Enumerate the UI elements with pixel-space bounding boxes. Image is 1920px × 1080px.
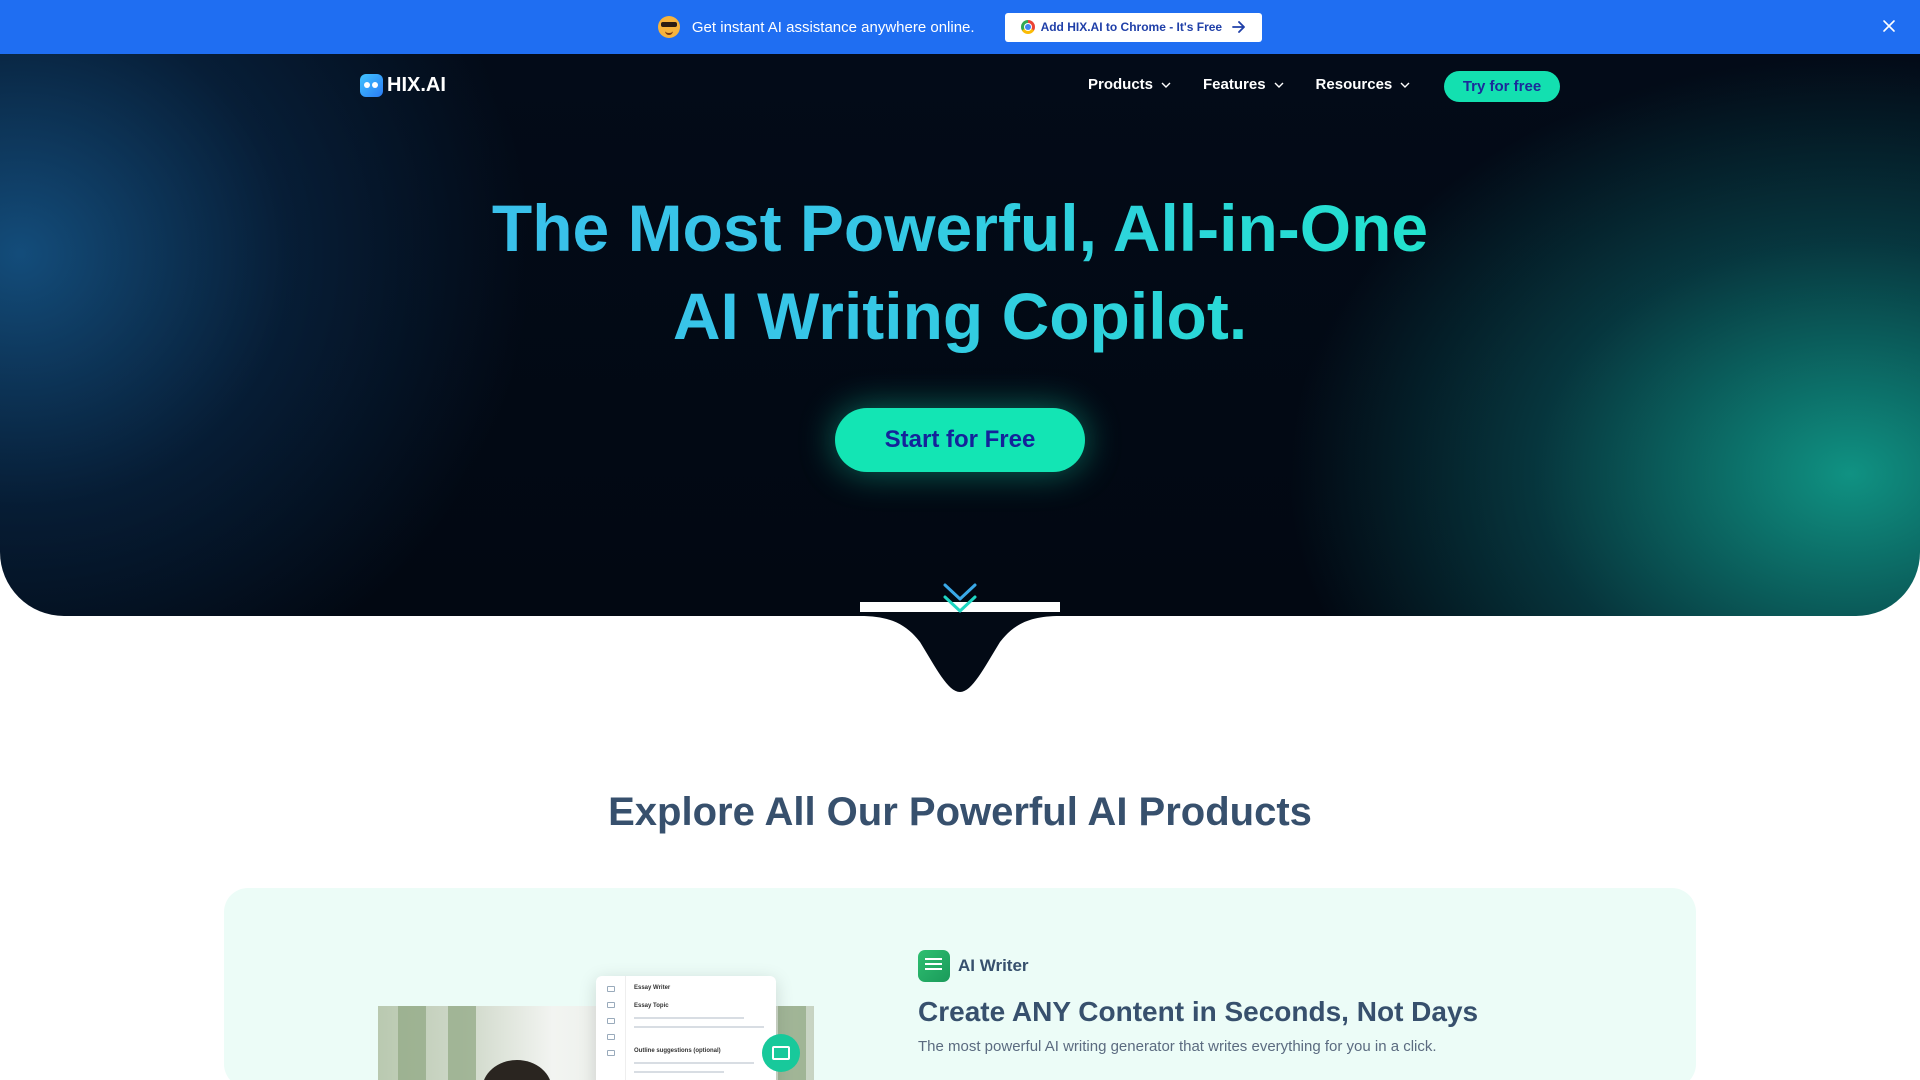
ai-writer-tag: AI Writer [918, 950, 1478, 982]
add-to-chrome-label: Add HIX.AI to Chrome - It's Free [1040, 20, 1223, 34]
add-to-chrome-button[interactable]: Add HIX.AI to Chrome - It's Free [1004, 12, 1263, 42]
hero-title-line1: The Most Powerful, All-in-One [491, 191, 1429, 265]
ai-writer-card-description: The most powerful AI writing generator t… [918, 1038, 1437, 1055]
mockup-field1-label: Essay Topic [634, 1003, 669, 1009]
ai-writer-card-title: Create ANY Content in Seconds, Not Days [918, 996, 1479, 1027]
try-for-free-button[interactable]: Try for free [1444, 71, 1560, 102]
arrow-right-icon [1232, 21, 1246, 33]
promo-content: Get instant AI assistance anywhere onlin… [657, 12, 1263, 42]
mockup-input-line [634, 1017, 744, 1019]
hero-section: HIX.AI Products Features Resources Try f… [0, 54, 1920, 682]
mockup-input-line [634, 1071, 724, 1073]
mockup-nav-icon [606, 1034, 615, 1040]
chevron-down-icon [1400, 82, 1410, 88]
nav-products[interactable]: Products [1088, 76, 1171, 93]
mockup-input-line [634, 1062, 754, 1064]
sunglasses-face-icon [657, 16, 680, 38]
photo-plant [398, 1006, 426, 1080]
chevron-down-icon [1161, 82, 1171, 88]
nav-links: Products Features Resources [1088, 76, 1442, 93]
logo-text: HIX.AI [387, 74, 446, 96]
nav-resources-label: Resources [1315, 76, 1393, 93]
hero-title: The Most Powerful, All-in-One AI Writing… [0, 184, 1920, 360]
ai-writer-card-body: AI Writer Create ANY Content in Seconds,… [918, 950, 1478, 1055]
products-section-title: Explore All Our Powerful AI Products [608, 790, 1312, 834]
hero-notch [860, 612, 1060, 692]
nav-features[interactable]: Features [1203, 76, 1284, 93]
mockup-title: Essay Writer [634, 985, 671, 991]
essay-writer-mockup: Essay Writer Essay Topic Outline suggest… [596, 976, 776, 1080]
mockup-nav-icon [606, 1018, 615, 1024]
promo-text: Get instant AI assistance anywhere onlin… [691, 18, 975, 36]
promo-banner: Get instant AI assistance anywhere onlin… [0, 0, 1920, 54]
mockup-nav-icon [606, 1002, 615, 1008]
mockup-field2-label: Outline suggestions (optional) [634, 1048, 721, 1054]
close-icon[interactable] [1880, 17, 1898, 35]
ai-writer-icon [918, 950, 950, 982]
mockup-sidebar [596, 976, 626, 1080]
mockup-input-line [634, 1026, 764, 1028]
hero-title-line2: AI Writing Copilot. [672, 279, 1248, 353]
top-navigation: HIX.AI Products Features Resources Try f… [0, 54, 1920, 118]
nav-resources[interactable]: Resources [1316, 76, 1411, 93]
double-chevron-down-icon[interactable] [942, 582, 978, 616]
nav-products-label: Products [1088, 76, 1154, 93]
ai-writer-card[interactable]: Essay Writer Essay Topic Outline suggest… [224, 888, 1696, 1080]
ai-badge-icon [762, 1034, 800, 1072]
chrome-icon [1020, 20, 1035, 34]
hix-logo[interactable]: HIX.AI [360, 74, 446, 97]
hix-logo-icon [360, 74, 383, 97]
nav-features-label: Features [1203, 76, 1266, 93]
mockup-nav-icon [606, 1050, 615, 1056]
mockup-nav-icon [606, 986, 615, 992]
ai-writer-tag-label: AI Writer [958, 956, 1029, 975]
chevron-down-icon [1274, 82, 1284, 88]
start-for-free-button[interactable]: Start for Free [835, 408, 1085, 472]
photo-plant [448, 1006, 476, 1080]
